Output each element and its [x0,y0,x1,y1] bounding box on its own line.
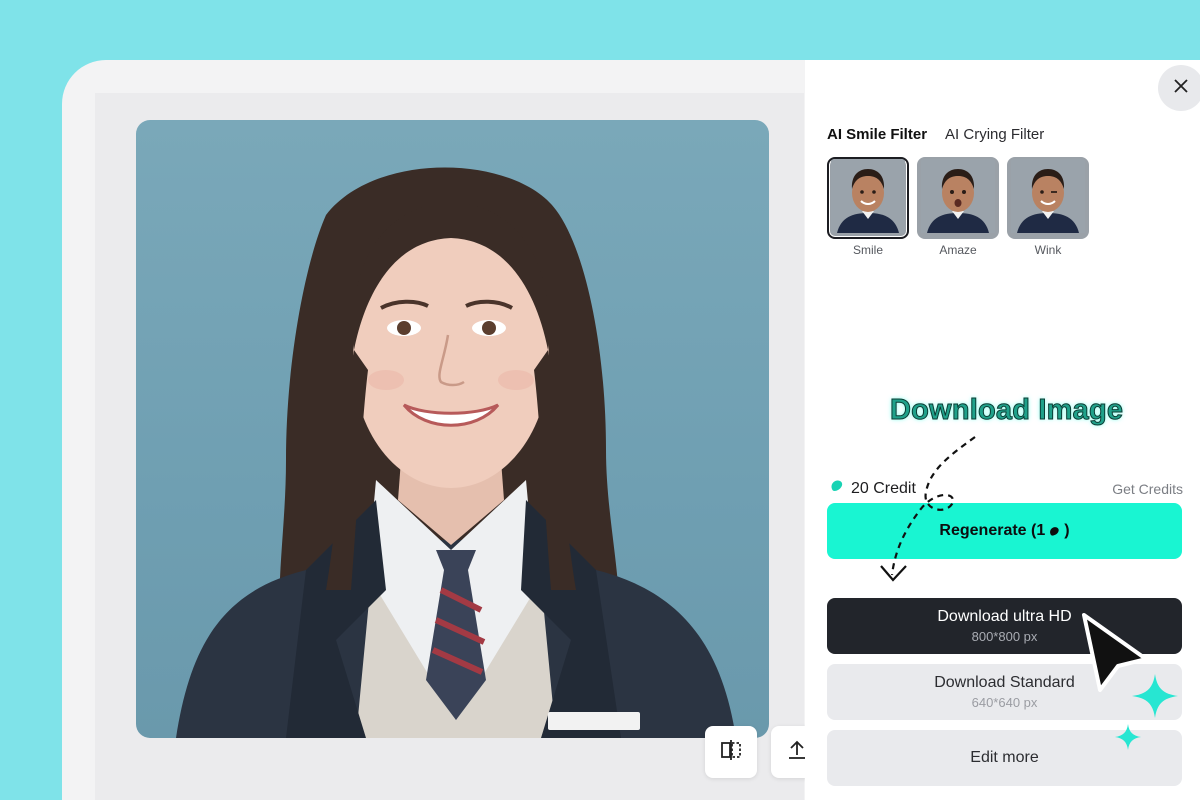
credit-balance: 20 Credit [829,478,916,499]
regenerate-button[interactable]: Regenerate (1 ) [827,503,1182,559]
canvas-area [95,93,823,800]
download-ultra-hd-size: 800*800 px [971,629,1038,644]
thumbnail-wink[interactable]: Wink [1007,156,1089,257]
download-standard-label: Download Standard [934,674,1075,691]
edit-more-label: Edit more [970,749,1039,766]
compare-icon [719,738,743,767]
filter-panel: AI Smile Filter AI Crying Filter Smile A… [805,60,1200,800]
credit-text: 20 Credit [851,479,916,497]
regenerate-suffix: ) [1064,522,1070,539]
credit-bean-icon [829,478,845,499]
download-ultra-hd-button[interactable]: Download ultra HD 800*800 px [827,598,1182,654]
compare-button[interactable] [705,726,757,778]
thumbnail-label: Wink [1034,243,1062,257]
filter-tabs: AI Smile Filter AI Crying Filter [827,126,1044,143]
thumbnail-smile[interactable]: Smile [827,156,909,257]
credit-row: 20 Credit Get Credits [829,478,1183,499]
download-ultra-hd-label: Download ultra HD [937,608,1072,625]
thumbnail-image [827,157,909,239]
result-photo [136,120,769,738]
download-image-annotation: Download Image [889,394,1124,427]
regenerate-label: Regenerate (1 ) [939,522,1069,540]
thumbnail-label: Smile [852,243,883,257]
download-standard-button[interactable]: Download Standard 640*640 px [827,664,1182,720]
thumbnail-image [917,157,999,239]
thumbnail-amaze[interactable]: Amaze [917,156,999,257]
thumbnail-list: Smile Amaze Wink [827,156,1089,257]
thumbnail-image [1007,157,1089,239]
close-icon [1173,78,1189,99]
tab-ai-crying-filter[interactable]: AI Crying Filter [945,126,1044,143]
edit-more-button[interactable]: Edit more [827,730,1182,786]
credit-bean-icon [1048,525,1061,538]
thumbnail-label: Amaze [939,243,977,257]
regenerate-text: Regenerate (1 [939,522,1046,539]
download-standard-size: 640*640 px [971,695,1038,710]
tab-ai-smile-filter[interactable]: AI Smile Filter [827,126,927,143]
close-button[interactable] [1158,65,1200,111]
get-credits-link[interactable]: Get Credits [1112,481,1183,497]
